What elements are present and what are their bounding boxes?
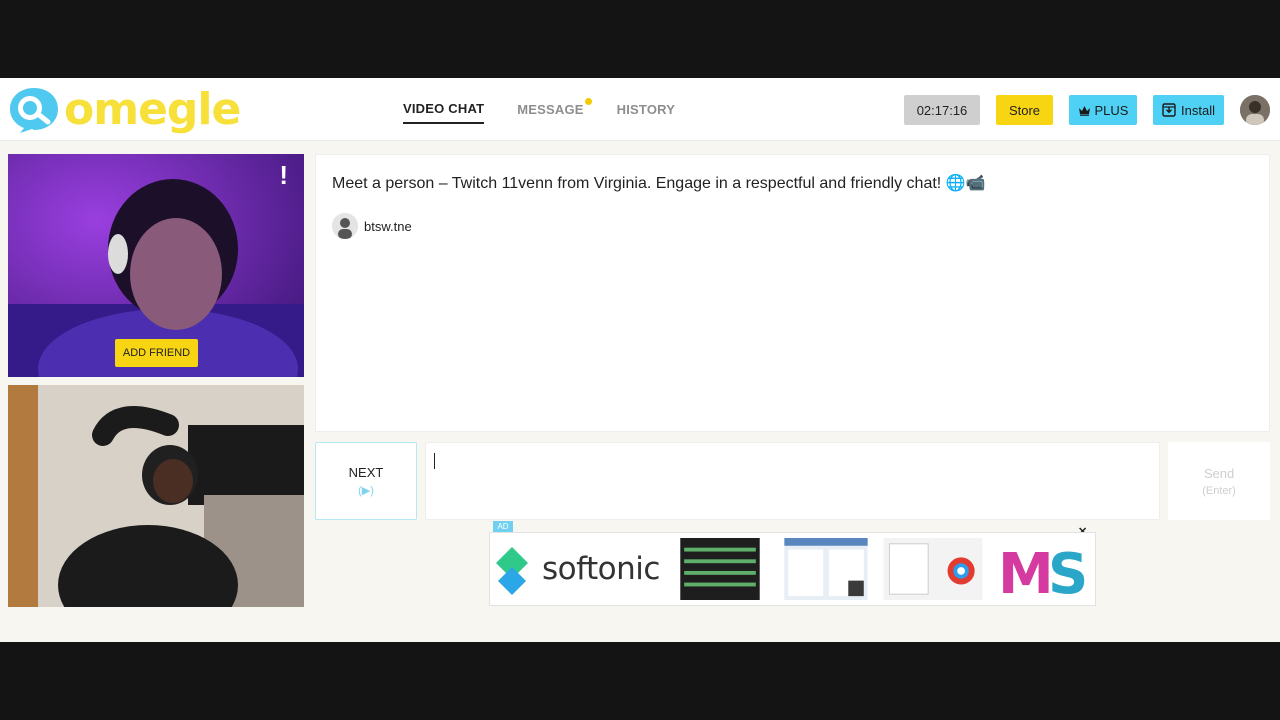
letterbox-bottom [0, 642, 1280, 720]
user-avatar-image [332, 213, 358, 239]
ad-banner[interactable]: softonic M S [489, 532, 1096, 606]
crown-icon [1078, 105, 1090, 116]
session-timer: 02:17:16 [904, 95, 980, 125]
logo-text: omegle [64, 84, 241, 135]
omegle-app: omegle VIDEO CHAT MESSAGE HISTORY 02:17:… [0, 78, 1280, 642]
install-icon [1162, 103, 1176, 117]
next-shortcut-hint: (▶) [358, 485, 374, 497]
profile-avatar-image [1240, 95, 1270, 125]
logo[interactable]: omegle [8, 84, 241, 135]
ad-screenshot-browser [883, 538, 983, 600]
softonic-logo-icon [496, 547, 528, 595]
store-button[interactable]: Store [996, 95, 1053, 125]
tab-message[interactable]: MESSAGE [517, 96, 592, 123]
self-video-frame [8, 385, 304, 607]
add-friend-button[interactable]: ADD FRIEND [115, 339, 198, 367]
send-button[interactable]: Send (Enter) [1168, 442, 1270, 520]
tab-message-label: MESSAGE [517, 102, 584, 117]
svg-text:S: S [1048, 542, 1086, 601]
next-button[interactable]: NEXT (▶) [315, 442, 417, 520]
plus-button[interactable]: PLUS [1069, 95, 1137, 125]
header: omegle VIDEO CHAT MESSAGE HISTORY 02:17:… [0, 78, 1280, 141]
plus-label: PLUS [1094, 102, 1129, 118]
report-button[interactable]: ! [279, 160, 288, 191]
svg-text:M: M [998, 542, 1054, 601]
text-caret [434, 453, 435, 469]
chat-intro-message: Meet a person – Twitch 11venn from Virgi… [332, 175, 986, 192]
notification-dot [584, 98, 592, 105]
ad-screenshot-audio-mixer [680, 538, 760, 600]
chat-log: Meet a person – Twitch 11venn from Virgi… [315, 154, 1270, 432]
user-avatar [332, 213, 358, 239]
main-nav: VIDEO CHAT MESSAGE HISTORY [403, 78, 675, 141]
logo-chat-bubble-icon [10, 88, 58, 133]
letterbox-top [0, 0, 1280, 78]
ad-brand-text: softonic [542, 551, 660, 587]
profile-avatar[interactable] [1240, 95, 1270, 125]
stranger-video: ! ADD FRIEND [8, 154, 304, 377]
tab-history[interactable]: HISTORY [617, 96, 675, 123]
self-video [8, 385, 304, 607]
install-button[interactable]: Install [1153, 95, 1224, 125]
send-label: Send [1203, 465, 1235, 481]
tab-video-chat[interactable]: VIDEO CHAT [403, 95, 485, 124]
ad-ms-logo-icon: M S [998, 542, 1086, 601]
chat-username[interactable]: btsw.tne [364, 219, 412, 234]
message-input[interactable] [425, 442, 1160, 520]
chat-user-row: btsw.tne [332, 213, 412, 239]
next-label: NEXT [348, 465, 384, 480]
install-label: Install [1181, 102, 1215, 118]
ad-badge: AD [493, 521, 513, 532]
ad-screenshot-file-manager [784, 538, 868, 600]
send-shortcut-hint: (Enter) [1202, 484, 1236, 497]
